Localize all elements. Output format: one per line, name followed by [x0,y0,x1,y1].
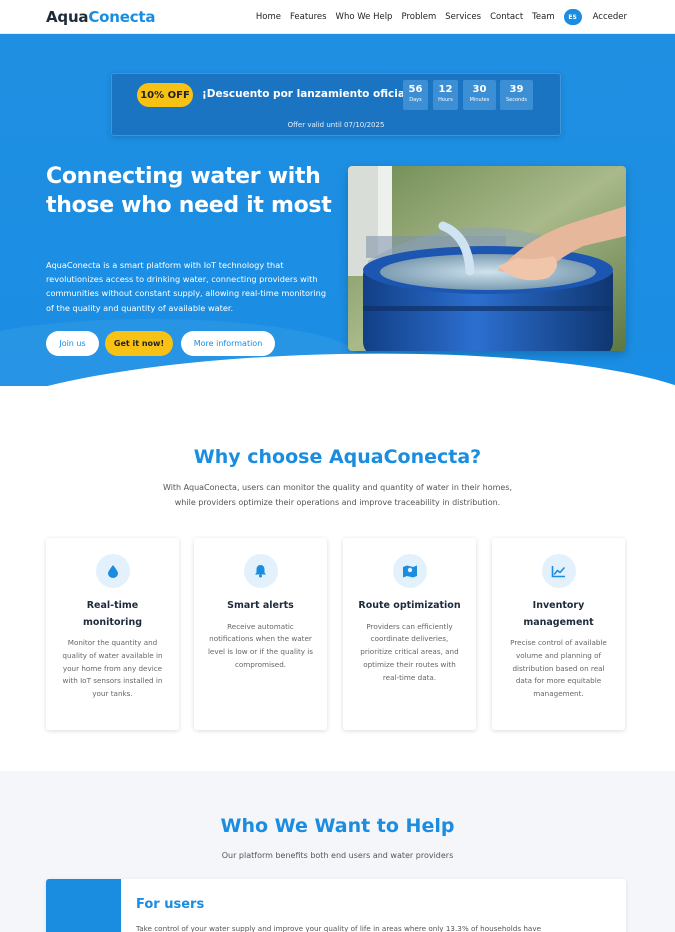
feature-card-inventory-management: Inventory management Precise control of … [492,538,625,730]
countdown-hours: 12 Hours [433,80,458,110]
feature-title: Real-time monitoring [82,600,143,628]
countdown-hours-label: Hours [438,97,453,103]
get-it-now-button[interactable]: Get it now! [105,331,173,356]
logo[interactable]: AquaConecta [46,8,156,26]
logo-part-conecta: Conecta [88,8,156,26]
countdown-days-label: Days [409,97,422,103]
countdown-seconds-label: Seconds [505,97,527,103]
map-icon [392,554,427,588]
countdown-minutes-label: Minutes [469,97,490,103]
join-us-button[interactable]: Join us [46,331,99,356]
why-subtitle: With AquaConecta, users can monitor the … [162,483,513,507]
hero-image-water-barrel [348,166,626,351]
discount-badge: 10% OFF [137,83,193,107]
hero-title: Connecting water with those who need it … [46,164,332,218]
countdown-seconds: 39 Seconds [500,80,533,110]
top-navbar: AquaConecta Home Features Who We Help Pr… [0,0,675,34]
feature-title: Smart alerts [227,600,294,611]
promo-text: ¡Descuento por lanzamiento oficial! [202,88,414,100]
for-users-card: For users Take control of your water sup… [46,879,626,932]
feature-text: Receive automatic notifications when the… [207,621,314,669]
chart-line-icon [541,554,576,588]
for-users-title: For users [136,897,205,912]
countdown-minutes-value: 30 [472,84,487,95]
offer-valid-text: Offer valid until 07/10/2025 [287,121,385,129]
feature-text: Precise control of available volume and … [510,638,607,699]
hero-description: AquaConecta is a smart platform with IoT… [46,260,327,313]
nav-item-team[interactable]: Team [532,12,554,22]
for-users-text: Take control of your water supply and im… [136,924,542,932]
nav-item-home[interactable]: Home [256,12,281,22]
bell-icon [243,554,278,588]
login-link[interactable]: Acceder [593,12,627,22]
feature-title: Route optimization [358,600,461,611]
feature-card-smart-alerts: Smart alerts Receive automatic notificat… [194,538,327,730]
feature-card-route-optimization: Route optimization Providers can efficie… [343,538,476,730]
nav-menu: Home Features Who We Help Problem Servic… [247,9,627,25]
who-title: Who We Want to Help [220,815,455,837]
logo-part-aqua: Aqua [46,8,89,26]
feature-text: Monitor the quantity and quality of wate… [62,638,163,699]
countdown-seconds-value: 39 [509,84,524,95]
for-users-card-accent [46,879,121,932]
water-drop-icon [95,554,130,588]
nav-item-who-we-help[interactable]: Who We Help [336,12,393,22]
why-title: Why choose AquaConecta? [193,446,482,468]
nav-item-services[interactable]: Services [445,12,481,22]
more-information-button[interactable]: More information [181,331,275,356]
countdown-days: 56 Days [403,80,428,110]
feature-card-real-time-monitoring: Real-time monitoring Monitor the quantit… [46,538,179,730]
nav-item-problem[interactable]: Problem [401,12,436,22]
countdown-days-value: 56 [408,84,423,95]
feature-text: Providers can efficiently coordinate del… [360,621,459,682]
language-toggle-button[interactable]: ES [563,9,582,25]
nav-item-features[interactable]: Features [290,12,327,22]
feature-title: Inventory management [523,600,594,628]
nav-item-contact[interactable]: Contact [490,12,523,22]
countdown-minutes: 30 Minutes [463,80,496,110]
hero-section: 10% OFF ¡Descuento por lanzamiento ofici… [0,34,675,386]
hero-photo-illustration [348,166,626,351]
countdown-hours-value: 12 [438,84,453,95]
who-we-help-section: Who We Want to Help Our platform benefit… [0,771,675,932]
why-section: Why choose AquaConecta? With AquaConecta… [0,386,675,771]
who-subtitle: Our platform benefits both end users and… [221,851,454,860]
promo-banner: 10% OFF ¡Descuento por lanzamiento ofici… [111,73,561,136]
